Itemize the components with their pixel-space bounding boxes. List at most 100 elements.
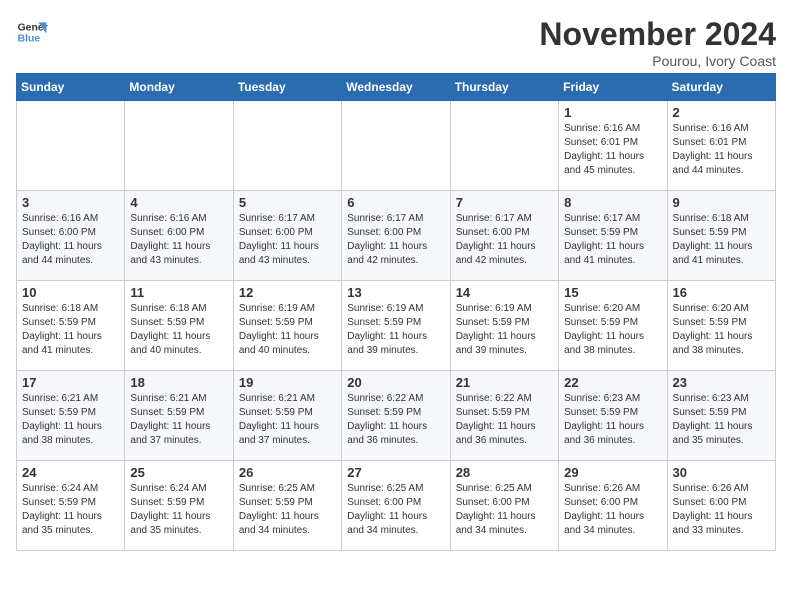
cell-info: Sunrise: 6:25 AM Sunset: 5:59 PM Dayligh… xyxy=(239,482,336,538)
calendar-cell: 2 Sunrise: 6:16 AM Sunset: 6:01 PM Daylig… xyxy=(667,101,775,191)
day-number: 24 xyxy=(22,465,119,480)
cell-info: Sunrise: 6:17 AM Sunset: 6:00 PM Dayligh… xyxy=(239,212,336,268)
calendar-cell: 15 Sunrise: 6:20 AM Sunset: 5:59 PM Dayli… xyxy=(559,281,667,371)
cell-info: Sunrise: 6:20 AM Sunset: 5:59 PM Dayligh… xyxy=(673,302,770,358)
calendar-header: SundayMondayTuesdayWednesdayThursdayFrid… xyxy=(17,74,776,101)
weekday-header: Friday xyxy=(559,74,667,101)
cell-info: Sunrise: 6:25 AM Sunset: 6:00 PM Dayligh… xyxy=(347,482,444,538)
calendar-cell: 11 Sunrise: 6:18 AM Sunset: 5:59 PM Dayli… xyxy=(125,281,233,371)
calendar-cell: 3 Sunrise: 6:16 AM Sunset: 6:00 PM Daylig… xyxy=(17,191,125,281)
day-number: 7 xyxy=(456,195,553,210)
day-number: 5 xyxy=(239,195,336,210)
calendar-cell: 6 Sunrise: 6:17 AM Sunset: 6:00 PM Daylig… xyxy=(342,191,450,281)
calendar-cell: 16 Sunrise: 6:20 AM Sunset: 5:59 PM Dayli… xyxy=(667,281,775,371)
calendar-cell: 22 Sunrise: 6:23 AM Sunset: 5:59 PM Dayli… xyxy=(559,371,667,461)
calendar-week: 3 Sunrise: 6:16 AM Sunset: 6:00 PM Daylig… xyxy=(17,191,776,281)
cell-info: Sunrise: 6:26 AM Sunset: 6:00 PM Dayligh… xyxy=(564,482,661,538)
cell-info: Sunrise: 6:22 AM Sunset: 5:59 PM Dayligh… xyxy=(347,392,444,448)
cell-info: Sunrise: 6:19 AM Sunset: 5:59 PM Dayligh… xyxy=(456,302,553,358)
calendar-cell: 24Sunrise: 6:24 AM Sunset: 5:59 PM Dayli… xyxy=(17,461,125,551)
svg-text:Blue: Blue xyxy=(18,34,41,45)
calendar-cell: 23 Sunrise: 6:23 AM Sunset: 5:59 PM Dayli… xyxy=(667,371,775,461)
cell-info: Sunrise: 6:21 AM Sunset: 5:59 PM Dayligh… xyxy=(130,392,227,448)
day-number: 6 xyxy=(347,195,444,210)
calendar-cell: 26 Sunrise: 6:25 AM Sunset: 5:59 PM Dayli… xyxy=(233,461,341,551)
cell-info: Sunrise: 6:23 AM Sunset: 5:59 PM Dayligh… xyxy=(673,392,770,448)
cell-info: Sunrise: 6:18 AM Sunset: 5:59 PM Dayligh… xyxy=(130,302,227,358)
calendar-cell: 21 Sunrise: 6:22 AM Sunset: 5:59 PM Dayli… xyxy=(450,371,558,461)
calendar-cell: 14 Sunrise: 6:19 AM Sunset: 5:59 PM Dayli… xyxy=(450,281,558,371)
weekday-header: Tuesday xyxy=(233,74,341,101)
calendar-cell xyxy=(342,101,450,191)
cell-info: Sunrise: 6:24 AM Sunset: 5:59 PM Dayligh… xyxy=(130,482,227,538)
cell-info: Sunrise: 6:16 AM Sunset: 6:01 PM Dayligh… xyxy=(673,122,770,178)
calendar-week: 10 Sunrise: 6:18 AM Sunset: 5:59 PM Dayli… xyxy=(17,281,776,371)
calendar-cell xyxy=(233,101,341,191)
cell-info: Sunrise: 6:16 AM Sunset: 6:00 PM Dayligh… xyxy=(22,212,119,268)
title-block: November 2024 Pourou, Ivory Coast xyxy=(539,16,776,69)
calendar-cell: 5 Sunrise: 6:17 AM Sunset: 6:00 PM Daylig… xyxy=(233,191,341,281)
cell-info: Sunrise: 6:19 AM Sunset: 5:59 PM Dayligh… xyxy=(347,302,444,358)
calendar-week: 1Sunrise: 6:16 AM Sunset: 6:01 PM Daylig… xyxy=(17,101,776,191)
calendar-cell: 25 Sunrise: 6:24 AM Sunset: 5:59 PM Dayli… xyxy=(125,461,233,551)
calendar-table: SundayMondayTuesdayWednesdayThursdayFrid… xyxy=(16,73,776,551)
calendar-cell: 12Sunrise: 6:19 AM Sunset: 5:59 PM Dayli… xyxy=(233,281,341,371)
calendar-cell: 29 Sunrise: 6:26 AM Sunset: 6:00 PM Dayli… xyxy=(559,461,667,551)
day-number: 19 xyxy=(239,375,336,390)
day-number: 22 xyxy=(564,375,661,390)
day-number: 20 xyxy=(347,375,444,390)
day-number: 16 xyxy=(673,285,770,300)
cell-info: Sunrise: 6:16 AM Sunset: 6:00 PM Dayligh… xyxy=(130,212,227,268)
day-number: 28 xyxy=(456,465,553,480)
calendar-cell: 9Sunrise: 6:18 AM Sunset: 5:59 PM Daylig… xyxy=(667,191,775,281)
day-number: 3 xyxy=(22,195,119,210)
calendar-cell: 17Sunrise: 6:21 AM Sunset: 5:59 PM Dayli… xyxy=(17,371,125,461)
day-number: 14 xyxy=(456,285,553,300)
weekday-header: Sunday xyxy=(17,74,125,101)
calendar-week: 24 Sunrise: 6:24 AM Sunset: 5:59 PM Dayli… xyxy=(17,461,776,551)
logo: General Blue xyxy=(16,16,48,48)
cell-info: Sunrise: 6:23 AM Sunset: 5:59 PM Dayligh… xyxy=(564,392,661,448)
cell-info: Sunrise: 6:21 AM Sunset: 5:59 PM Dayligh… xyxy=(22,392,119,448)
calendar-cell: 1Sunrise: 6:16 AM Sunset: 6:01 PM Daylig… xyxy=(559,101,667,191)
day-number: 29 xyxy=(564,465,661,480)
day-number: 15 xyxy=(564,285,661,300)
day-number: 18 xyxy=(130,375,227,390)
calendar-cell xyxy=(450,101,558,191)
calendar-cell: 10 Sunrise: 6:18 AM Sunset: 5:59 PM Dayli… xyxy=(17,281,125,371)
cell-info: Sunrise: 6:21 AM Sunset: 5:59 PM Dayligh… xyxy=(239,392,336,448)
day-number: 11 xyxy=(130,285,227,300)
day-number: 25 xyxy=(130,465,227,480)
calendar-cell xyxy=(125,101,233,191)
weekday-header: Thursday xyxy=(450,74,558,101)
day-number: 2 xyxy=(673,105,770,120)
cell-info: Sunrise: 6:25 AM Sunset: 6:00 PM Dayligh… xyxy=(456,482,553,538)
day-number: 4 xyxy=(130,195,227,210)
day-number: 10 xyxy=(22,285,119,300)
day-number: 30 xyxy=(673,465,770,480)
weekday-header: Wednesday xyxy=(342,74,450,101)
logo-icon: General Blue xyxy=(16,16,48,48)
calendar-cell: 4 Sunrise: 6:16 AM Sunset: 6:00 PM Daylig… xyxy=(125,191,233,281)
day-number: 13 xyxy=(347,285,444,300)
cell-info: Sunrise: 6:17 AM Sunset: 6:00 PM Dayligh… xyxy=(456,212,553,268)
cell-info: Sunrise: 6:26 AM Sunset: 6:00 PM Dayligh… xyxy=(673,482,770,538)
day-number: 26 xyxy=(239,465,336,480)
cell-info: Sunrise: 6:22 AM Sunset: 5:59 PM Dayligh… xyxy=(456,392,553,448)
cell-info: Sunrise: 6:17 AM Sunset: 5:59 PM Dayligh… xyxy=(564,212,661,268)
calendar-cell: 28 Sunrise: 6:25 AM Sunset: 6:00 PM Dayli… xyxy=(450,461,558,551)
weekday-header: Monday xyxy=(125,74,233,101)
cell-info: Sunrise: 6:18 AM Sunset: 5:59 PM Dayligh… xyxy=(673,212,770,268)
page-header: General Blue November 2024 Pourou, Ivory… xyxy=(16,16,776,69)
calendar-cell: 20 Sunrise: 6:22 AM Sunset: 5:59 PM Dayli… xyxy=(342,371,450,461)
cell-info: Sunrise: 6:20 AM Sunset: 5:59 PM Dayligh… xyxy=(564,302,661,358)
day-number: 21 xyxy=(456,375,553,390)
calendar-body: 1Sunrise: 6:16 AM Sunset: 6:01 PM Daylig… xyxy=(17,101,776,551)
day-number: 27 xyxy=(347,465,444,480)
month-title: November 2024 xyxy=(539,16,776,53)
cell-info: Sunrise: 6:17 AM Sunset: 6:00 PM Dayligh… xyxy=(347,212,444,268)
calendar-cell: 18 Sunrise: 6:21 AM Sunset: 5:59 PM Dayli… xyxy=(125,371,233,461)
day-number: 23 xyxy=(673,375,770,390)
cell-info: Sunrise: 6:18 AM Sunset: 5:59 PM Dayligh… xyxy=(22,302,119,358)
calendar-cell: 30 Sunrise: 6:26 AM Sunset: 6:00 PM Dayli… xyxy=(667,461,775,551)
